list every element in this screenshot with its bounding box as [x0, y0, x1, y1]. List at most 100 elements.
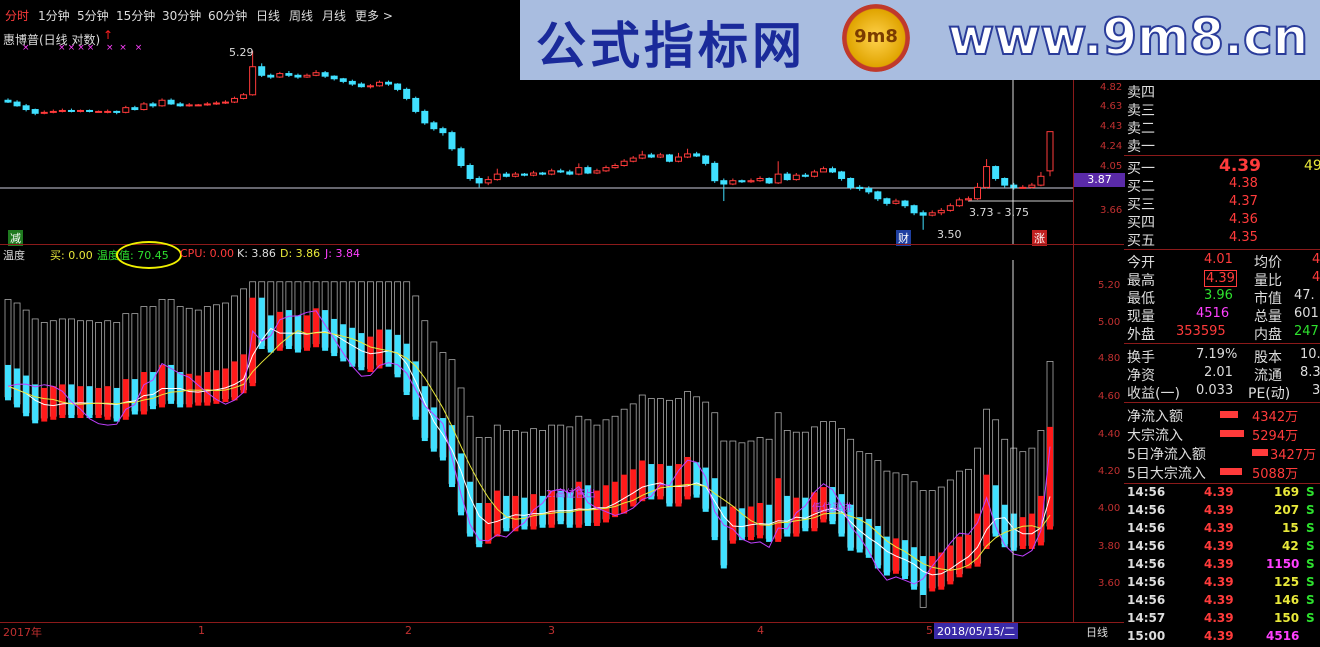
signal-bar — [992, 485, 999, 537]
candle-body — [566, 171, 574, 175]
quote-label: 量比 — [1254, 273, 1282, 289]
bid-volume: 49 — [1304, 158, 1320, 174]
tab-30min[interactable]: 30分钟 — [162, 7, 201, 24]
candle-body — [747, 180, 755, 183]
signal-bar — [621, 474, 628, 514]
signal-mark: × — [68, 43, 76, 53]
flow-row: 5日大宗流入 5088万 — [1124, 463, 1320, 482]
signal-bar — [747, 506, 754, 541]
candle-body — [131, 107, 139, 111]
tab-daily[interactable]: 日线 — [256, 7, 280, 24]
candle-body — [829, 168, 837, 173]
candle-body — [49, 110, 57, 113]
flow-bar — [1252, 449, 1268, 456]
candle-body — [1010, 184, 1018, 188]
ask-row-4[interactable]: 卖四 — [1124, 82, 1320, 101]
indicator-axis: 5.20 5.00 4.80 4.60 4.40 4.20 4.00 3.80 … — [1073, 245, 1125, 622]
tick-row: 14:56 4.39 169 S — [1124, 485, 1320, 503]
fund-label: 换手 — [1127, 350, 1155, 366]
tick-price: 4.39 — [1204, 503, 1234, 517]
ask-row-2[interactable]: 卖二 — [1124, 118, 1320, 137]
candle-body — [792, 174, 800, 181]
flow-label: 大宗流入 — [1127, 428, 1183, 444]
signal-bar — [5, 364, 11, 401]
fund-label: 股本 — [1254, 350, 1282, 366]
price-chart-pane[interactable]: 惠博普(日线 对数) ↑ × × × × × × × × 5.29 3.50 3.73 - 3… — [0, 28, 1073, 246]
tick-time: 14:56 — [1127, 503, 1166, 517]
candle-body — [992, 166, 1000, 179]
x-label: 1 — [198, 624, 205, 637]
low-label: 3.50 — [937, 228, 962, 241]
candle-body — [539, 172, 547, 175]
candle-body — [430, 122, 438, 130]
candle-body — [702, 155, 710, 164]
candle-body — [403, 88, 411, 99]
tick-volume: 125 — [1274, 575, 1300, 589]
bid-row-2[interactable]: 买二 4.38 — [1124, 176, 1320, 195]
tab-5min[interactable]: 5分钟 — [77, 7, 109, 24]
tab-weekly[interactable]: 周线 — [289, 7, 313, 24]
signal-bar — [983, 474, 990, 549]
candle-body — [919, 212, 927, 216]
candle-body — [729, 180, 737, 185]
candle-body — [231, 97, 239, 103]
signal-bar — [331, 318, 338, 357]
candle-body — [366, 85, 374, 88]
candle-body — [974, 186, 982, 200]
ask-label: 卖一 — [1127, 139, 1155, 155]
trade-ticks[interactable]: 14:56 4.39 169 S 14:56 4.39 207 S 14:56 4.39 15 S 14… — [1124, 485, 1320, 643]
bid-label: 买四 — [1127, 215, 1155, 231]
bid-row-1[interactable]: 买一 4.39 49 — [1124, 156, 1320, 177]
quote-value: 247 — [1294, 324, 1319, 339]
tab-monthly[interactable]: 月线 — [322, 7, 346, 24]
candle-body — [321, 72, 329, 77]
signal-bar — [693, 462, 700, 498]
signal-bar — [729, 506, 736, 544]
indicator-pane[interactable]: 温度 买: 0.00 温度值: 70.45 CPU: 0.00 K: 3.86 … — [0, 241, 1073, 622]
flow-value: 5294万 — [1252, 429, 1299, 444]
candle-body — [1046, 131, 1054, 172]
signal-bar — [1028, 513, 1035, 549]
candle-body — [937, 209, 945, 214]
tick-row: 14:56 4.39 1150 S — [1124, 557, 1320, 575]
candle-body — [810, 171, 818, 177]
candlestick-chart[interactable]: × × × × × × × × — [0, 28, 1073, 244]
candle-body — [176, 103, 184, 107]
bid-row-5[interactable]: 买五 4.35 — [1124, 230, 1320, 249]
temperature-indicator-chart[interactable] — [0, 245, 1073, 622]
tab-more[interactable]: 更多 > — [355, 7, 393, 24]
candle-body — [122, 107, 130, 113]
candle-body — [684, 153, 692, 158]
tick-side: S — [1306, 593, 1315, 607]
tab-60min[interactable]: 60分钟 — [208, 7, 247, 24]
candle-body — [1019, 186, 1027, 189]
ind-y-tick: 4.40 — [1098, 429, 1121, 440]
signal-bar — [603, 485, 610, 523]
quote-label: 市值 — [1254, 291, 1282, 307]
tick-price: 4.39 — [1204, 485, 1234, 499]
quote-panel: 卖四 卖三 卖二 卖一 买一 4.39 49 买二 4.38 买三 4.37 买四 4… — [1124, 80, 1320, 643]
tab-15min[interactable]: 15分钟 — [116, 7, 155, 24]
candle-body — [946, 205, 954, 211]
candle-body — [58, 109, 66, 112]
tab-1min[interactable]: 1分钟 — [38, 7, 70, 24]
fund-value: 3 — [1312, 383, 1320, 398]
tick-row: 14:56 4.39 146 S — [1124, 593, 1320, 611]
ind-y-tick: 4.60 — [1098, 391, 1121, 402]
candle-body — [303, 74, 311, 78]
ask-row-3[interactable]: 卖三 — [1124, 100, 1320, 119]
quote-label: 最高 — [1127, 273, 1155, 289]
fund-value: 0.033 — [1196, 383, 1234, 398]
signal-mark: × — [119, 43, 127, 53]
tab-intraday[interactable]: 分时 — [5, 7, 29, 24]
signal-bar — [503, 495, 510, 532]
fund-label: 净资 — [1127, 368, 1155, 384]
period-label[interactable]: 日线 — [1086, 624, 1108, 640]
signal-bar — [213, 370, 220, 404]
ask-row-1[interactable]: 卖一 — [1124, 136, 1320, 155]
ind-y-tick: 4.80 — [1098, 353, 1121, 364]
bid-row-3[interactable]: 买三 4.37 — [1124, 194, 1320, 213]
candle-body — [1028, 184, 1036, 188]
bid-row-4[interactable]: 买四 4.36 — [1124, 212, 1320, 231]
bid-price: 4.36 — [1229, 212, 1258, 227]
